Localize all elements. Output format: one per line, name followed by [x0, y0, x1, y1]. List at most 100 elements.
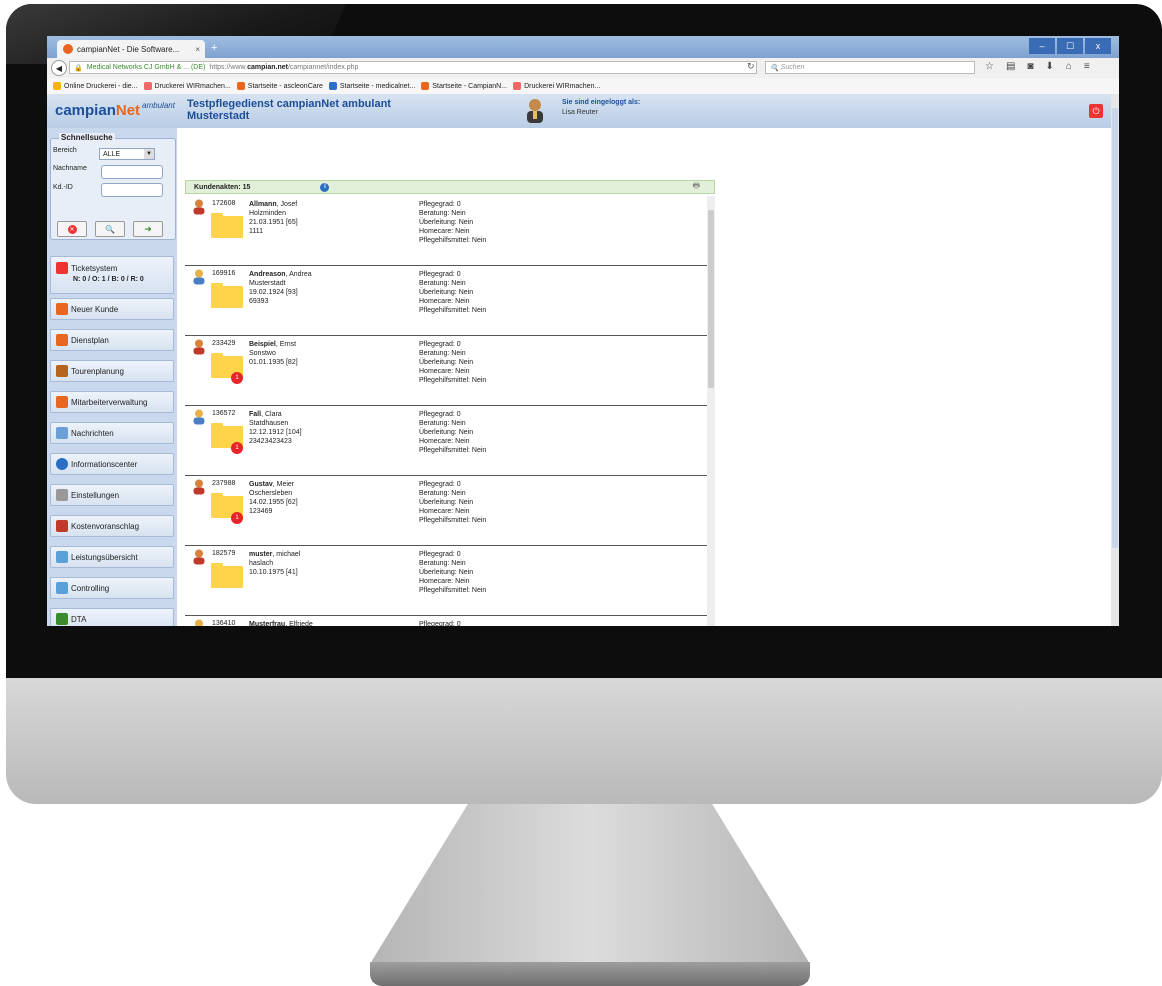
- sidebar-item-dienstplan[interactable]: Dienstplan: [50, 329, 174, 351]
- bookmarks-bar: Online Druckerei - die... Druckerei WIRma…: [47, 78, 1119, 95]
- url-domain: campian.net: [247, 64, 288, 71]
- bookmark-item[interactable]: Startseite - ascleonCare: [236, 82, 323, 90]
- folder-icon[interactable]: [211, 563, 243, 588]
- bookmark-favicon-icon: [513, 82, 522, 90]
- table-row[interactable]: 1 233429 Beispiel, Ernst Sonstwo 01.01.1935 …: [185, 336, 707, 406]
- reading-list-icon[interactable]: ▤: [1006, 61, 1015, 72]
- status-homecare: Homecare: Nein: [419, 368, 470, 375]
- customer-status: Pflegegrad: 0 Beratung: Nein Überleitung: …: [419, 270, 486, 315]
- window-controls: – ☐ x: [1027, 38, 1111, 54]
- notification-badge: 1: [231, 512, 243, 524]
- page-scrollbar-thumb[interactable]: [1112, 108, 1118, 548]
- sidebar-item-tourenplanung[interactable]: Tourenplanung: [50, 360, 174, 382]
- table-row[interactable]: 1 136572 Fall, Clara Statdhausen 12.12.1912 …: [185, 406, 707, 476]
- sidebar-item-kostenvoranschlag[interactable]: Kostenvoranschlag: [50, 515, 174, 537]
- reload-icon[interactable]: ↻: [747, 61, 755, 72]
- customer-name[interactable]: Beispiel, Ernst: [249, 340, 298, 349]
- minimize-button[interactable]: –: [1029, 38, 1055, 54]
- bookmark-label: Druckerei WIRmachen...: [154, 82, 231, 90]
- bookmark-item[interactable]: Online Druckerei - die...: [53, 82, 138, 90]
- tab-title: campianNet - Die Software...: [77, 44, 180, 54]
- close-window-button[interactable]: x: [1085, 38, 1111, 54]
- bookmark-item[interactable]: Startseite - CampianN...: [421, 82, 507, 90]
- search-button[interactable]: 🔍: [95, 221, 125, 237]
- bookmark-item[interactable]: Startseite - medicalnet...: [328, 82, 416, 90]
- sidebar-item-nachrichten[interactable]: Nachrichten: [50, 422, 174, 444]
- customer-name[interactable]: Andreason, Andrea: [249, 270, 312, 279]
- folder-icon[interactable]: [211, 283, 243, 308]
- customer-city: haslach: [249, 560, 274, 567]
- logged-in-label: Sie sind eingeloggt als:: [562, 99, 641, 106]
- customer-name[interactable]: Fall, Clara: [249, 410, 302, 419]
- customer-name[interactable]: muster, michael: [249, 550, 300, 559]
- sidebar-item-neuer-kunde[interactable]: Neuer Kunde: [50, 298, 174, 320]
- list-scrollbar-thumb[interactable]: [708, 210, 714, 388]
- list-scrollbar[interactable]: [707, 196, 715, 626]
- area-select[interactable]: ALLE ▼: [99, 148, 155, 160]
- status-hilfsmittel: Pflegehilfsmittel: Nein: [419, 517, 487, 524]
- logout-power-icon[interactable]: ⏻: [1089, 104, 1103, 118]
- campiannet-logo: campianNet ambulant: [55, 101, 175, 119]
- search-input[interactable]: 🔍 Suchen: [765, 61, 975, 74]
- lastname-input[interactable]: [101, 165, 163, 179]
- bookmark-item[interactable]: Druckerei WIRmachen...: [143, 82, 231, 90]
- download-icon[interactable]: ⬇: [1045, 61, 1053, 72]
- menu-icon[interactable]: ≡: [1084, 61, 1090, 72]
- folder-icon[interactable]: [211, 213, 243, 238]
- table-row[interactable]: 172608 Allmann, Josef Holzminden 21.03.1951…: [185, 196, 707, 266]
- customer-id-input[interactable]: [101, 183, 163, 197]
- table-row[interactable]: 169916 Andreason, Andrea Musterstadt 19.02.…: [185, 266, 707, 336]
- customer-city: Musterstadt: [249, 280, 286, 287]
- sidebar-item-informationscenter[interactable]: Informationscenter: [50, 453, 174, 475]
- bookmark-label: Startseite - ascleonCare: [247, 82, 323, 90]
- male-person-icon: [193, 339, 205, 355]
- table-row[interactable]: 136410 Musterfrau, Elfriede Pflegegrad: 0: [185, 616, 707, 626]
- home-icon[interactable]: ⌂: [1066, 61, 1072, 72]
- customer-name[interactable]: Allmann, Josef: [249, 200, 298, 209]
- pocket-icon[interactable]: ◙: [1027, 61, 1033, 72]
- sidebar-item-dta[interactable]: DTA: [50, 608, 174, 626]
- customer-list-header: Kundenakten: 15 i 🖶: [185, 180, 715, 194]
- bookmark-label: Online Druckerei - die...: [64, 82, 138, 90]
- go-button[interactable]: ➜: [133, 221, 163, 237]
- page-scrollbar[interactable]: [1111, 94, 1119, 626]
- customer-name[interactable]: Musterfrau, Elfriede: [249, 620, 313, 626]
- magnifier-icon: 🔍: [105, 224, 115, 234]
- customer-status: Pflegegrad: 0 Beratung: Nein Überleitung: …: [419, 480, 486, 525]
- bookmark-star-icon[interactable]: ☆: [985, 61, 994, 72]
- status-pflegegrad: Pflegegrad: 0: [419, 481, 461, 488]
- search-icon: 🔍: [770, 64, 781, 72]
- sidebar-item-ticketsystem[interactable]: Ticketsystem N: 0 / O: 1 / B: 0 / R: 0: [50, 256, 174, 294]
- table-row[interactable]: 182579 muster, michael haslach 10.10.1975 […: [185, 546, 707, 616]
- message-icon: [56, 427, 68, 439]
- sidebar-item-leistungsuebersicht[interactable]: Leistungsübersicht: [50, 546, 174, 568]
- bookmark-item[interactable]: Druckerei WIRmachen...: [513, 82, 600, 90]
- table-row[interactable]: 1 237988 Gustav, Meier Oschersleben 14.02.19…: [185, 476, 707, 546]
- signpost-icon: [56, 365, 68, 377]
- user-info: Sie sind eingeloggt als: Lisa Reuter: [562, 98, 640, 118]
- browser-navbar: ◀ 🔒 Medical Networks CJ GmbH & ... (DE) …: [47, 58, 1119, 79]
- customer-birth: 01.01.1935 [82]: [249, 359, 298, 366]
- clear-button[interactable]: ✕: [57, 221, 87, 237]
- status-pflegegrad: Pflegegrad: 0: [419, 621, 461, 626]
- sidebar-item-einstellungen[interactable]: Einstellungen: [50, 484, 174, 506]
- sidebar-item-label: Einstellungen: [71, 490, 120, 500]
- new-tab-button[interactable]: +: [211, 42, 217, 54]
- maximize-button[interactable]: ☐: [1057, 38, 1083, 54]
- customer-info: muster, michael haslach 10.10.1975 [41]: [249, 550, 300, 577]
- print-icon[interactable]: 🖶: [692, 180, 700, 194]
- customer-name[interactable]: Gustav, Meier: [249, 480, 298, 489]
- url-bar[interactable]: 🔒 Medical Networks CJ GmbH & ... (DE) ht…: [69, 61, 757, 74]
- ticket-icon: [56, 262, 68, 274]
- sidebar-item-controlling[interactable]: Controlling: [50, 577, 174, 599]
- customer-list: 172608 Allmann, Josef Holzminden 21.03.1951…: [185, 196, 715, 626]
- browser-tab[interactable]: campianNet - Die Software... ×: [57, 40, 205, 58]
- bookmark-label: Startseite - medicalnet...: [339, 82, 416, 90]
- logo-main: campian: [55, 102, 116, 119]
- tab-close-icon[interactable]: ×: [195, 45, 200, 54]
- sidebar-item-mitarbeiterverwaltung[interactable]: Mitarbeiterverwaltung: [50, 391, 174, 413]
- status-homecare: Homecare: Nein: [419, 578, 470, 585]
- back-arrow-icon[interactable]: ◀: [51, 60, 67, 76]
- customer-lastname: Fall: [249, 411, 262, 418]
- info-icon[interactable]: i: [320, 182, 330, 192]
